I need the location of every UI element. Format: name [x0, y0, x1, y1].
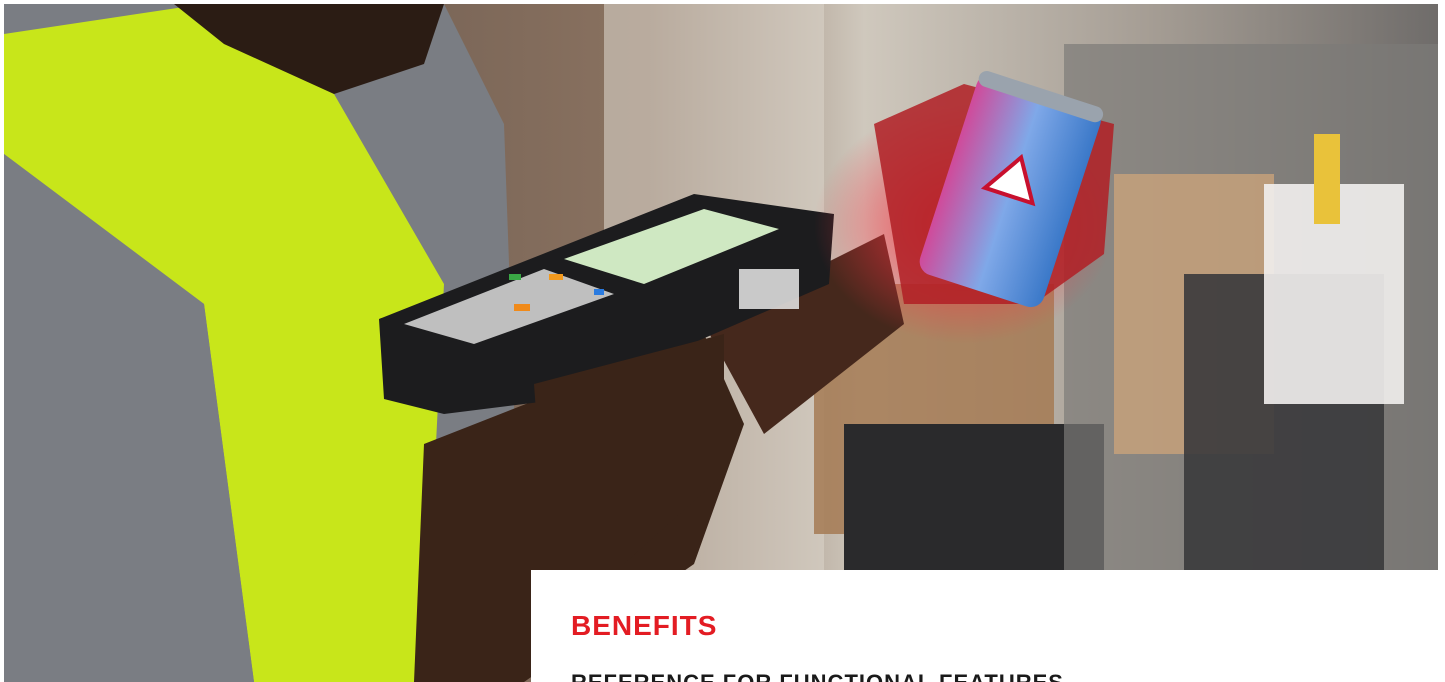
yellow-shelf-tag: [1314, 134, 1340, 224]
benefits-section: BENEFITS REFERENCE FOR FUNCTIONAL FEATUR…: [531, 570, 1438, 682]
functional-features-subheading: REFERENCE FOR FUNCTIONAL FEATURES: [571, 670, 1064, 682]
benefits-heading: BENEFITS: [571, 610, 718, 641]
